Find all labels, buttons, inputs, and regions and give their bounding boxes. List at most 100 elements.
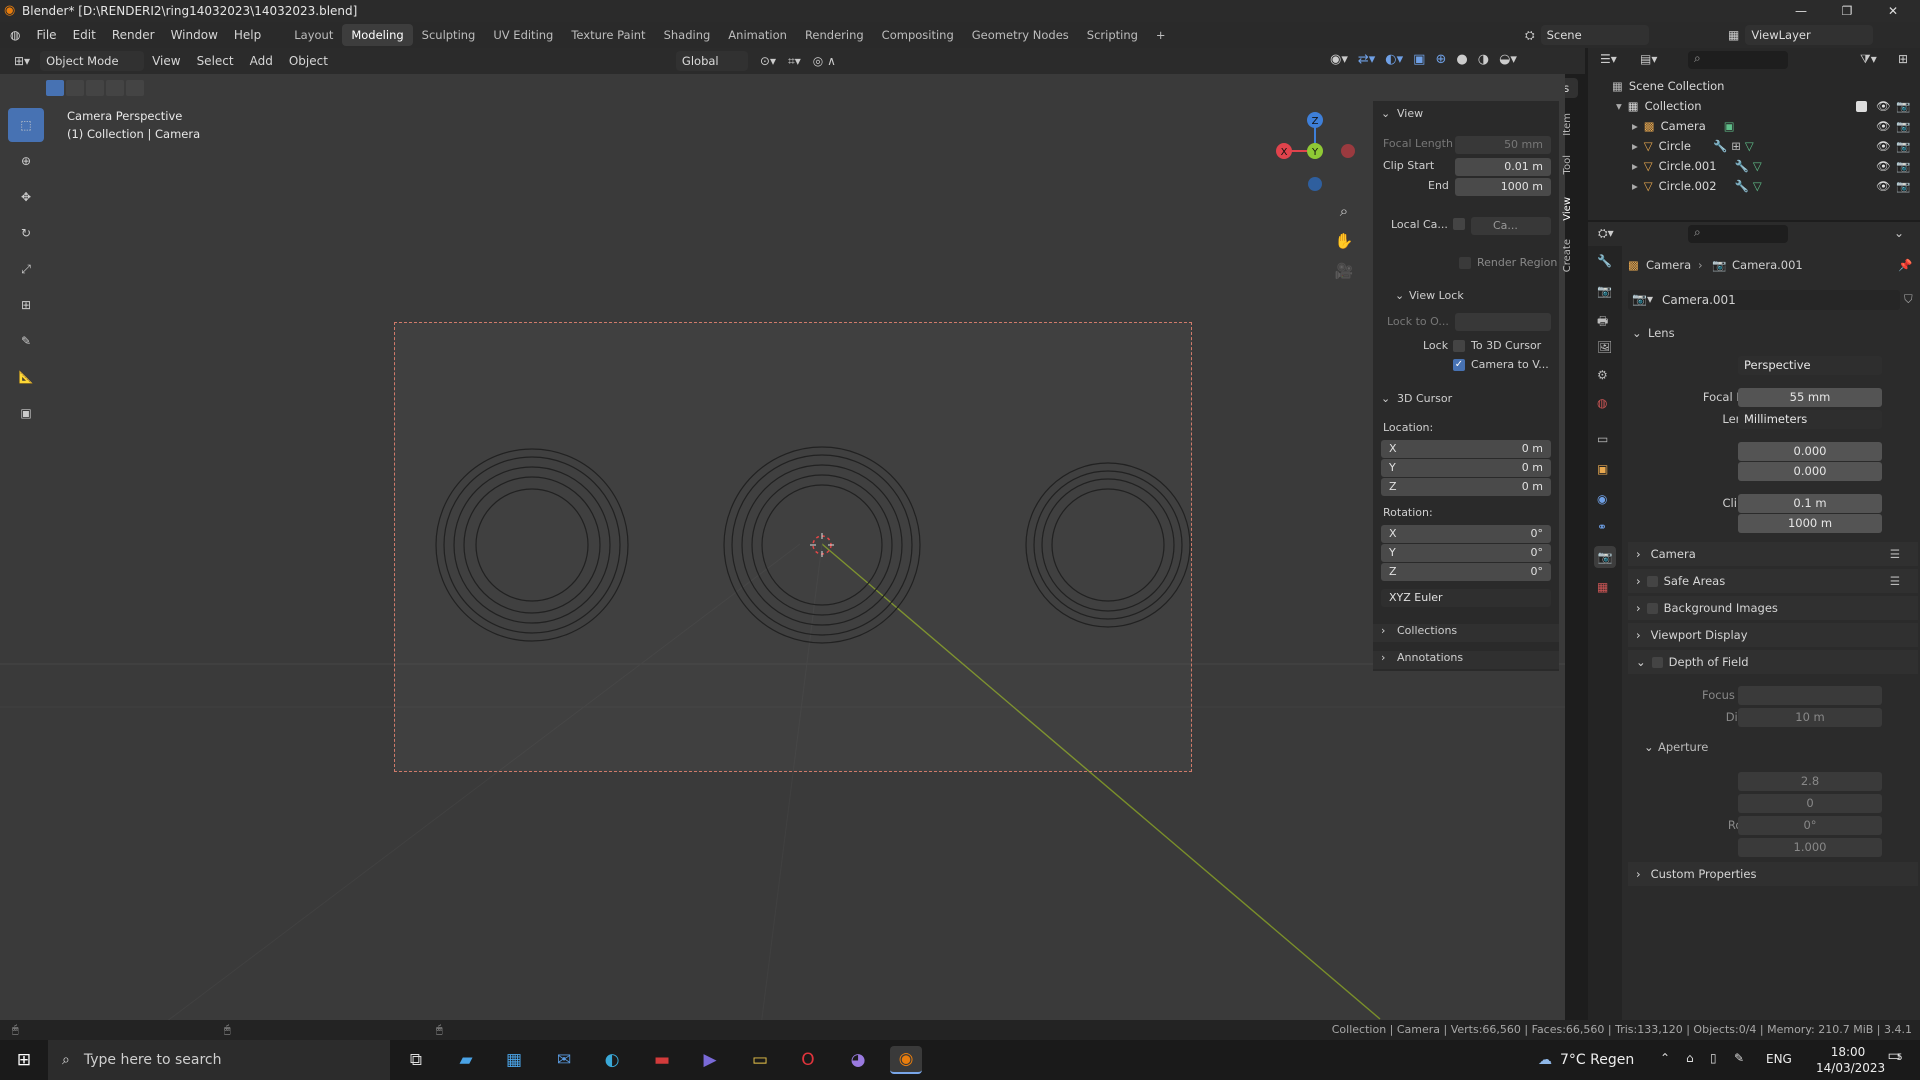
menu-view[interactable]: View bbox=[144, 54, 188, 68]
3d-cursor-title[interactable]: 3D Cursor bbox=[1397, 392, 1452, 405]
tab-rendering[interactable]: Rendering bbox=[796, 24, 873, 46]
tab-uv-editing[interactable]: UV Editing bbox=[484, 24, 562, 46]
taskbar-search-box[interactable]: ⌕ Type here to search bbox=[48, 1040, 390, 1080]
render-camera-icon[interactable]: 📷 bbox=[1896, 119, 1910, 133]
shading-material-icon[interactable]: ◑ bbox=[1478, 52, 1489, 67]
breadcrumb-object[interactable]: Camera bbox=[1646, 258, 1691, 272]
select-box-tool-icon[interactable]: ⬚ bbox=[8, 108, 44, 142]
menu-help[interactable]: Help bbox=[226, 28, 269, 42]
pen-icon[interactable]: ✎ bbox=[1734, 1051, 1744, 1065]
aperture-title[interactable]: Aperture bbox=[1658, 740, 1708, 754]
shift-x-field[interactable]: 0.000 bbox=[1738, 442, 1882, 461]
mail-icon[interactable]: ✉ bbox=[548, 1046, 580, 1074]
camera-data-tab-icon[interactable]: 📷 bbox=[1594, 546, 1616, 568]
cursor-location-y[interactable]: Y 0 m bbox=[1381, 459, 1551, 477]
select-new-icon[interactable] bbox=[46, 80, 64, 96]
output-tab-icon[interactable]: 🖶 bbox=[1597, 312, 1608, 333]
view-layer-selector[interactable]: ▦ ViewLayer bbox=[1728, 25, 1874, 45]
cursor-rotation-z[interactable]: Z 0° bbox=[1381, 563, 1551, 581]
visibility-icon[interactable]: ◉▾ bbox=[1330, 52, 1348, 67]
clip-end-field[interactable]: 1000 m bbox=[1738, 514, 1882, 533]
tab-modeling[interactable]: Modeling bbox=[342, 24, 413, 46]
presets-list-icon[interactable]: ☰ bbox=[1890, 574, 1900, 588]
ratio-field[interactable]: 1.000 bbox=[1738, 838, 1882, 857]
tray-chevron-up-icon[interactable]: ⌃ bbox=[1660, 1051, 1670, 1065]
lens-panel-title[interactable]: Lens bbox=[1648, 326, 1675, 340]
weather-widget[interactable]: ☁ 7°C Regen bbox=[1538, 1040, 1634, 1080]
orientation-dropdown[interactable]: Global bbox=[675, 51, 748, 71]
maximize-button[interactable]: ❐ bbox=[1824, 0, 1870, 22]
menu-select[interactable]: Select bbox=[189, 54, 242, 68]
visibility-eye-icon[interactable]: 👁 bbox=[1876, 139, 1891, 153]
menu-file[interactable]: File bbox=[28, 28, 64, 42]
tab-item[interactable]: Item bbox=[1562, 113, 1578, 136]
pan-hand-icon[interactable]: ✋ bbox=[1334, 226, 1354, 256]
shift-y-field[interactable]: 0.000 bbox=[1738, 462, 1882, 481]
outliner-item-circle[interactable]: Circle bbox=[1659, 139, 1691, 153]
store-icon[interactable]: ▦ bbox=[498, 1046, 530, 1074]
outliner-item-circle-001[interactable]: Circle.001 bbox=[1659, 159, 1717, 173]
gizmo-toggle-icon[interactable]: ⇄▾ bbox=[1358, 52, 1375, 67]
pin-icon[interactable]: 📌 bbox=[1898, 258, 1912, 272]
select-extend-icon[interactable] bbox=[66, 80, 84, 96]
chevron-down-icon[interactable]: ⌄ bbox=[1894, 226, 1904, 240]
cursor-tool-icon[interactable]: ⊕ bbox=[8, 144, 44, 178]
shading-solid-icon[interactable]: ● bbox=[1456, 52, 1467, 67]
visibility-eye-icon[interactable]: 👁 bbox=[1876, 159, 1891, 173]
tab-view[interactable]: View bbox=[1562, 197, 1578, 221]
rotation-mode-dropdown[interactable]: XYZ Euler bbox=[1381, 589, 1551, 607]
mesh-data-icon[interactable]: ▽ bbox=[1745, 139, 1754, 153]
tab-shading[interactable]: Shading bbox=[655, 24, 720, 46]
edge-browser-icon[interactable]: ◐ bbox=[596, 1046, 628, 1074]
snap-icon[interactable]: ⌗▾ bbox=[788, 54, 801, 69]
collection-tab-icon[interactable]: ▭ bbox=[1597, 432, 1608, 446]
tab-compositing[interactable]: Compositing bbox=[873, 24, 963, 46]
viewport-display-panel[interactable]: › Viewport Display bbox=[1628, 623, 1918, 647]
chat-app-icon[interactable]: ◕ bbox=[842, 1046, 874, 1074]
local-camera-checkbox[interactable] bbox=[1453, 218, 1465, 230]
outliner-editor-icon[interactable]: ☰▾ bbox=[1600, 52, 1617, 66]
lens-type-dropdown[interactable]: Perspective bbox=[1738, 356, 1882, 375]
clip-end-field[interactable]: 1000 m bbox=[1455, 178, 1551, 196]
tab-sculpting[interactable]: Sculpting bbox=[413, 24, 485, 46]
windows-start-icon[interactable]: ⊞ bbox=[8, 1046, 40, 1074]
vertex-group-icon[interactable]: ⊞ bbox=[1731, 139, 1741, 153]
world-tab-icon[interactable]: ◍ bbox=[1597, 396, 1607, 410]
view-layer-name[interactable]: ViewLayer bbox=[1745, 25, 1874, 45]
language-indicator[interactable]: ENG bbox=[1766, 1052, 1792, 1066]
lock-to-object-field[interactable] bbox=[1455, 313, 1551, 331]
visibility-eye-icon[interactable]: 👁 bbox=[1876, 119, 1891, 133]
camera-panel[interactable]: › Camera ☰ bbox=[1628, 542, 1918, 566]
modifier-icon[interactable]: 🔧 bbox=[1735, 179, 1749, 193]
tab-layout[interactable]: Layout bbox=[285, 24, 342, 46]
fstop-field[interactable]: 2.8 bbox=[1738, 772, 1882, 791]
game-app-icon[interactable]: ▬ bbox=[646, 1046, 678, 1074]
safe-areas-checkbox[interactable] bbox=[1646, 575, 1658, 587]
properties-editor-icon[interactable]: ⛭▾ bbox=[1598, 226, 1614, 241]
render-camera-icon[interactable]: 📷 bbox=[1896, 179, 1910, 193]
chevron-right-icon[interactable]: ▸ bbox=[1632, 159, 1638, 173]
filter-icon[interactable]: ⧩▾ bbox=[1860, 52, 1877, 67]
tab-animation[interactable]: Animation bbox=[719, 24, 796, 46]
mesh-data-icon[interactable]: ▽ bbox=[1753, 159, 1762, 173]
chevron-right-icon[interactable]: ▸ bbox=[1632, 179, 1638, 193]
depth-of-field-panel[interactable]: ⌄ Depth of Field bbox=[1628, 650, 1918, 674]
chevron-down-icon[interactable]: ▾ bbox=[1616, 99, 1622, 113]
cursor-rotation-x[interactable]: X 0° bbox=[1381, 525, 1551, 543]
transform-tool-icon[interactable]: ⊞ bbox=[8, 288, 44, 322]
shading-wireframe-icon[interactable]: ⊕ bbox=[1435, 52, 1446, 67]
lens-unit-dropdown[interactable]: Millimeters bbox=[1738, 410, 1882, 429]
navigation-gizmo[interactable]: Z X Y bbox=[1272, 108, 1362, 198]
opera-browser-icon[interactable]: O bbox=[792, 1046, 824, 1074]
chevron-right-icon[interactable]: ▸ bbox=[1632, 139, 1638, 153]
fake-user-shield-icon[interactable]: ⛉ bbox=[1904, 292, 1913, 307]
panel-view-title[interactable]: View bbox=[1397, 107, 1423, 120]
view-lock-title[interactable]: View Lock bbox=[1409, 289, 1464, 302]
presets-list-icon[interactable]: ☰ bbox=[1890, 547, 1900, 561]
cursor-rotation-y[interactable]: Y 0° bbox=[1381, 544, 1551, 562]
blades-field[interactable]: 0 bbox=[1738, 794, 1882, 813]
task-view-icon[interactable]: ⧉ bbox=[400, 1046, 432, 1074]
tool-tab-icon[interactable]: 🔧 bbox=[1597, 254, 1612, 268]
tab-tool[interactable]: Tool bbox=[1562, 155, 1578, 174]
battery-icon[interactable]: ▯ bbox=[1710, 1051, 1717, 1065]
